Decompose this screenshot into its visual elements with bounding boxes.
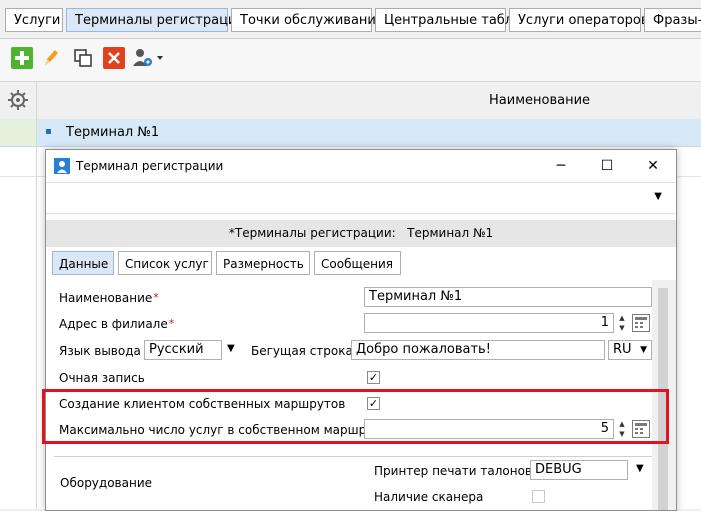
ticker-chevron-down-icon: ▼ — [640, 345, 647, 355]
printer-label: Принтер печати талонов — [374, 464, 532, 478]
copy-button[interactable] — [72, 47, 94, 69]
close-button[interactable]: ✕ — [630, 150, 676, 182]
user-settings-button[interactable] — [132, 47, 166, 69]
printer-chevron-down-icon[interactable]: ▼ — [636, 463, 644, 474]
inperson-checkbox[interactable]: ✓ — [367, 371, 380, 384]
gear-icon — [8, 90, 28, 110]
minimize-button[interactable]: ─ — [538, 150, 584, 182]
tab-service-points[interactable]: Точки обслуживания — [231, 8, 384, 32]
tab-service-list[interactable]: Список услуг — [118, 251, 212, 275]
tab-registration-terminals[interactable]: Терминалы регистрации — [66, 8, 245, 32]
address-input[interactable]: 1 — [364, 313, 614, 333]
copy-icon — [74, 49, 92, 67]
dialog-titlebar[interactable]: Терминал регистрации ─ ☐ ✕ — [46, 150, 676, 182]
grid-settings-button[interactable] — [0, 82, 37, 120]
edit-button[interactable] — [40, 47, 62, 69]
equipment-group: Оборудование Принтер печати талонов DEBU… — [54, 456, 652, 510]
printer-select[interactable]: DEBUG — [530, 460, 628, 480]
tab-operator-services[interactable]: Услуги операторов — [509, 8, 649, 32]
dialog-title: Терминал регистрации — [76, 159, 224, 173]
main-tab-bar: Услуги Терминалы регистрации Точки обслу… — [0, 0, 701, 39]
tab-central-boards[interactable]: Центральные табло — [375, 8, 521, 32]
tab-dimensions[interactable]: Размерность — [216, 251, 310, 275]
tab-services[interactable]: Услуги — [5, 8, 63, 32]
plus-icon — [15, 51, 29, 65]
address-label: Адрес в филиале* — [59, 317, 175, 331]
grid-header: Наименование — [0, 81, 701, 121]
language-label: Язык вывода — [59, 344, 141, 358]
equipment-label: Оборудование — [60, 476, 152, 490]
table-row[interactable]: Терминал №1 — [0, 119, 701, 147]
address-spinner[interactable]: ▲ ▼ — [616, 313, 628, 333]
dialog-tab-bar: Данные Список услуг Размерность Сообщени… — [46, 247, 676, 279]
tab-phrases[interactable]: Фразы-п — [644, 8, 701, 32]
row-name: Терминал №1 — [66, 125, 160, 140]
row-marker-icon — [46, 129, 51, 134]
tab-messages[interactable]: Сообщения — [314, 251, 401, 275]
highlight-box — [42, 389, 669, 444]
pencil-icon — [45, 50, 58, 65]
calculator-icon — [635, 317, 647, 328]
name-label: Наименование* — [59, 291, 159, 305]
inperson-label: Очная запись — [59, 371, 145, 385]
maximize-button[interactable]: ☐ — [584, 150, 630, 182]
add-button[interactable] — [11, 47, 33, 69]
user-gear-icon — [133, 49, 163, 66]
record-banner: *Терминалы регистрации: Терминал №1 — [46, 220, 676, 247]
scanner-checkbox[interactable] — [532, 490, 545, 503]
scanner-label: Наличие сканера — [374, 490, 484, 504]
close-icon — [108, 52, 120, 64]
delete-button[interactable] — [103, 47, 125, 69]
language-chevron-down-icon[interactable]: ▼ — [227, 343, 235, 354]
ticker-label: Бегущая строка — [251, 344, 353, 358]
address-calculator-button[interactable] — [632, 314, 650, 332]
row-indicator — [0, 119, 37, 146]
terminal-dialog: Терминал регистрации ─ ☐ ✕ ▼ *Терминалы … — [45, 149, 677, 511]
language-select[interactable]: Русский — [144, 340, 222, 360]
name-input[interactable]: Терминал №1 — [364, 287, 652, 307]
tab-data[interactable]: Данные — [52, 251, 114, 275]
dialog-top-dropdown[interactable]: ▼ — [46, 182, 676, 214]
app-user-icon — [54, 158, 70, 174]
column-header-name[interactable]: Наименование — [489, 93, 590, 108]
chevron-down-icon: ▼ — [654, 191, 662, 202]
ticker-language-select[interactable]: RU ▼ — [608, 340, 652, 360]
toolbar — [0, 39, 701, 81]
ticker-input[interactable]: Добро пожаловать! — [351, 340, 605, 360]
